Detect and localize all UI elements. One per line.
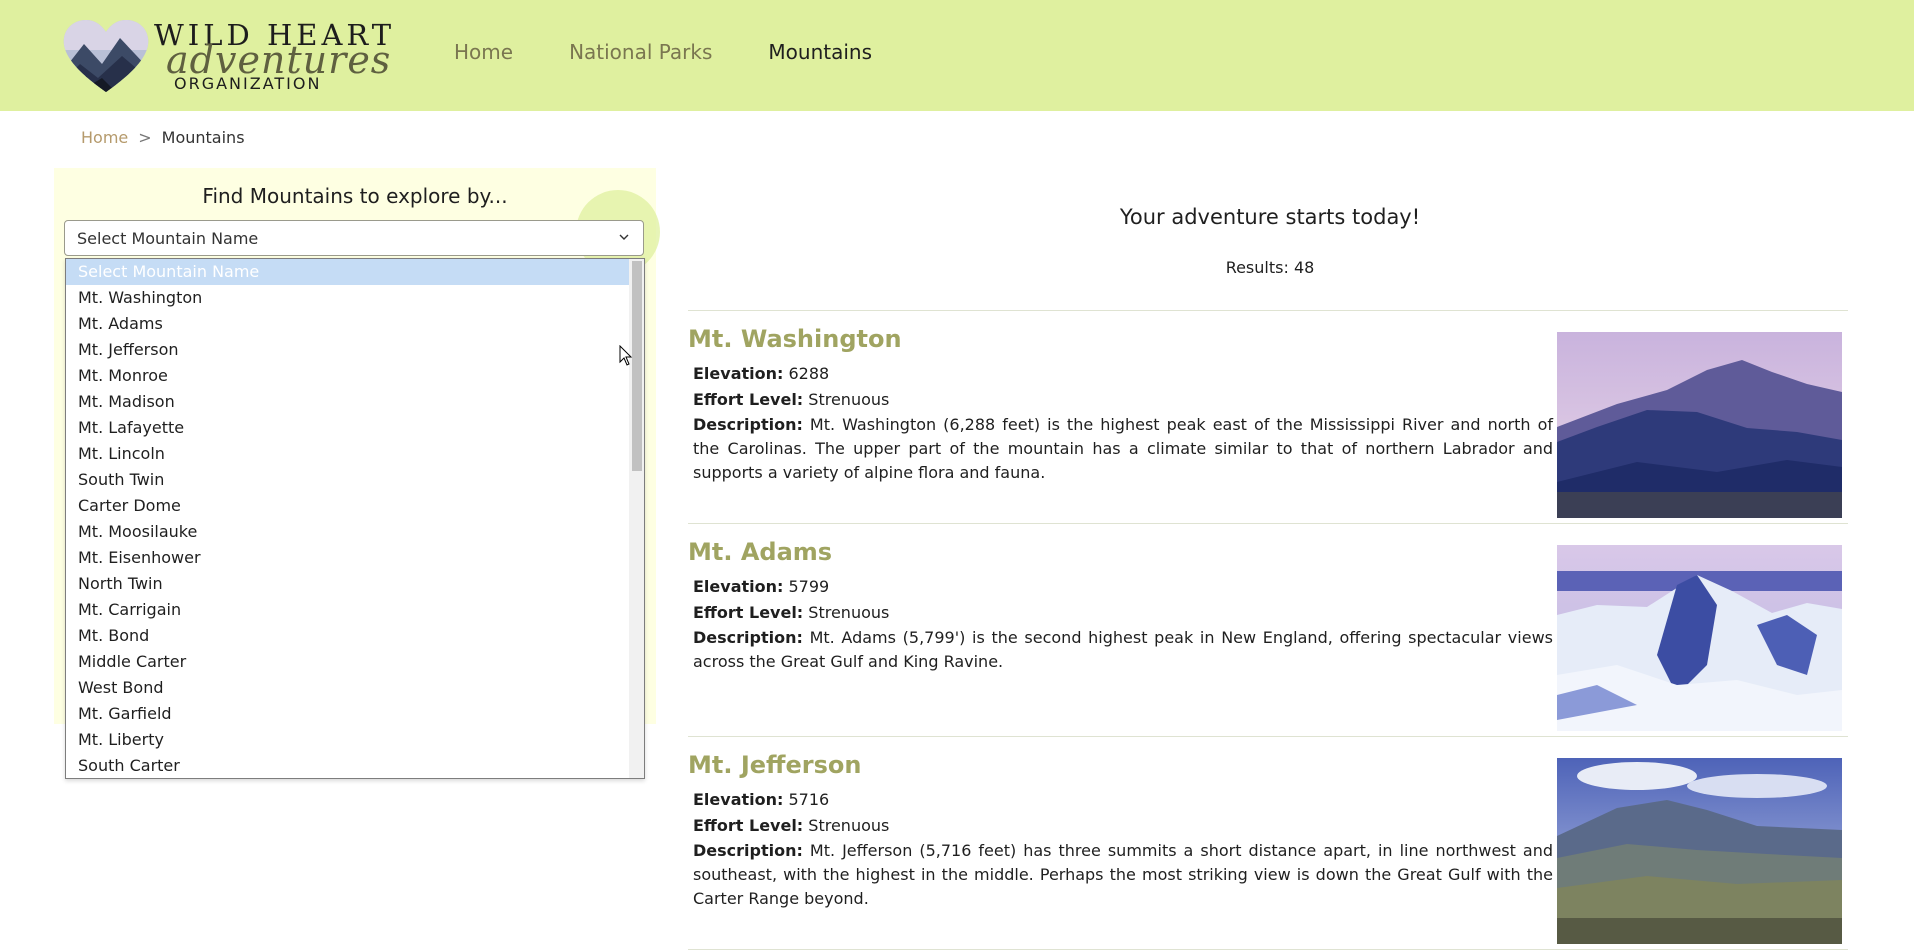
dropdown-option[interactable]: South Carter: [66, 753, 629, 778]
dropdown-option[interactable]: Mt. Bond: [66, 623, 629, 649]
elevation-value: 5799: [788, 577, 830, 596]
elevation-label: Elevation:: [693, 577, 784, 596]
dropdown-list: Select Mountain Name Mt. Washington Mt. …: [66, 259, 629, 778]
mouse-cursor-icon: [619, 345, 633, 366]
result-elevation: Elevation: 5799: [693, 577, 829, 596]
result-card: Mt. Washington Elevation: 6288 Effort Le…: [688, 311, 1848, 524]
result-effort: Effort Level: Strenuous: [693, 390, 889, 409]
result-card: Mt. Adams Elevation: 5799 Effort Level: …: [688, 524, 1848, 737]
dropdown-option[interactable]: Mt. Eisenhower: [66, 545, 629, 571]
elevation-label: Elevation:: [693, 790, 784, 809]
effort-label: Effort Level:: [693, 816, 804, 835]
site-logo[interactable]: WILD HEART adventures ORGANIZATION: [62, 18, 391, 96]
mountain-name-dropdown[interactable]: Select Mountain Name Mt. Washington Mt. …: [65, 258, 645, 779]
dropdown-option[interactable]: North Twin: [66, 571, 629, 597]
description-text: Mt. Washington (6,288 feet) is the highe…: [693, 415, 1553, 482]
filter-title: Find Mountains to explore by...: [202, 184, 508, 208]
dropdown-option[interactable]: Mt. Jefferson: [66, 337, 629, 363]
result-title[interactable]: Mt. Washington: [688, 325, 902, 353]
nav-mountains[interactable]: Mountains: [768, 40, 872, 64]
chevron-down-icon: [619, 234, 629, 240]
dropdown-option[interactable]: Mt. Moosilauke: [66, 519, 629, 545]
dropdown-scrollbar[interactable]: [629, 259, 644, 778]
mt-washington-photo: [1557, 332, 1842, 518]
main-nav: Home National Parks Mountains: [454, 40, 872, 64]
dropdown-option[interactable]: South Twin: [66, 467, 629, 493]
nav-national-parks[interactable]: National Parks: [569, 40, 712, 64]
scrollbar-thumb[interactable]: [632, 261, 642, 471]
description-text: Mt. Adams (5,799') is the second highest…: [693, 628, 1553, 671]
dropdown-option[interactable]: Mt. Lincoln: [66, 441, 629, 467]
dropdown-option[interactable]: Mt. Madison: [66, 389, 629, 415]
elevation-value: 6288: [788, 364, 830, 383]
dropdown-option[interactable]: West Bond: [66, 675, 629, 701]
dropdown-option[interactable]: Mt. Liberty: [66, 727, 629, 753]
dropdown-option[interactable]: Mt. Garfield: [66, 701, 629, 727]
effort-value: Strenuous: [808, 390, 890, 409]
breadcrumb-current: Mountains: [161, 128, 245, 147]
mt-adams-photo: [1557, 545, 1842, 731]
result-elevation: Elevation: 5716: [693, 790, 829, 809]
site-header: WILD HEART adventures ORGANIZATION Home …: [0, 0, 1914, 111]
effort-value: Strenuous: [808, 603, 890, 622]
result-description: Description: Mt. Washington (6,288 feet)…: [693, 413, 1553, 485]
result-card: Mt. Jefferson Elevation: 5716 Effort Lev…: [688, 737, 1848, 950]
result-title[interactable]: Mt. Adams: [688, 538, 832, 566]
description-label: Description:: [693, 415, 803, 434]
breadcrumb-separator: >: [138, 128, 152, 147]
dropdown-option[interactable]: Mt. Adams: [66, 311, 629, 337]
mountain-name-select[interactable]: Select Mountain Name: [64, 220, 644, 256]
description-label: Description:: [693, 841, 803, 860]
effort-label: Effort Level:: [693, 390, 804, 409]
results-count: Results: 48: [1225, 258, 1315, 277]
results-heading: Your adventure starts today!: [1119, 205, 1421, 229]
result-elevation: Elevation: 6288: [693, 364, 829, 383]
elevation-label: Elevation:: [693, 364, 784, 383]
dropdown-option[interactable]: Mt. Washington: [66, 285, 629, 311]
result-title[interactable]: Mt. Jefferson: [688, 751, 861, 779]
breadcrumb-home-link[interactable]: Home: [81, 128, 128, 147]
description-text: Mt. Jefferson (5,716 feet) has three sum…: [693, 841, 1554, 908]
dropdown-option[interactable]: Select Mountain Name: [66, 259, 629, 285]
result-effort: Effort Level: Strenuous: [693, 816, 889, 835]
elevation-value: 5716: [788, 790, 830, 809]
heart-mountain-logo-icon: [63, 20, 149, 92]
mt-jefferson-photo: [1557, 758, 1842, 944]
nav-home[interactable]: Home: [454, 40, 513, 64]
effort-value: Strenuous: [808, 816, 890, 835]
breadcrumb: Home > Mountains: [81, 128, 245, 147]
logo-text-organization: ORGANIZATION: [174, 74, 322, 93]
dropdown-option[interactable]: Carter Dome: [66, 493, 629, 519]
dropdown-option[interactable]: Mt. Carrigain: [66, 597, 629, 623]
effort-label: Effort Level:: [693, 603, 804, 622]
select-value: Select Mountain Name: [77, 229, 259, 248]
dropdown-option[interactable]: Middle Carter: [66, 649, 629, 675]
result-description: Description: Mt. Jefferson (5,716 feet) …: [693, 839, 1553, 911]
dropdown-option[interactable]: Mt. Lafayette: [66, 415, 629, 441]
result-description: Description: Mt. Adams (5,799') is the s…: [693, 626, 1553, 674]
description-label: Description:: [693, 628, 803, 647]
result-effort: Effort Level: Strenuous: [693, 603, 889, 622]
dropdown-option[interactable]: Mt. Monroe: [66, 363, 629, 389]
